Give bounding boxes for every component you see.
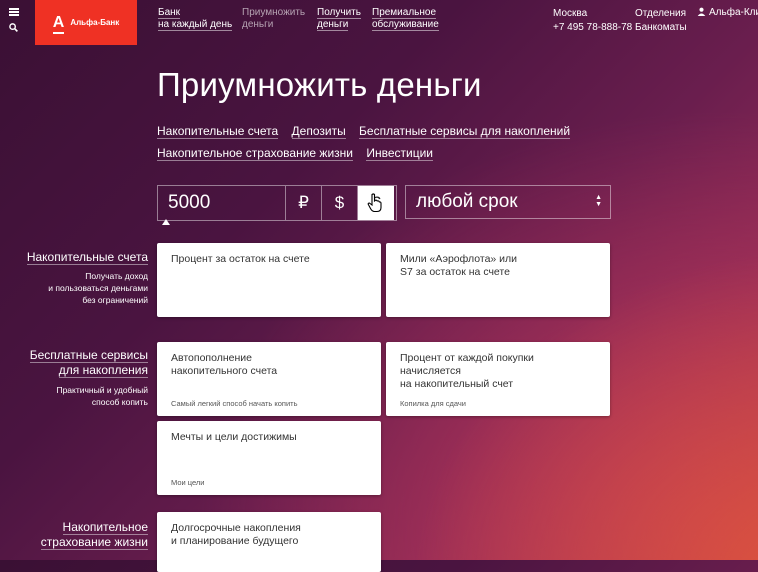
logo-name: Альфа-Банк xyxy=(70,18,120,27)
section-desc-savings-accounts: Получать доход и пользоваться деньгами б… xyxy=(48,271,148,305)
product-card-my-goals[interactable]: Мечты и цели достижимы Мои цели xyxy=(157,421,381,495)
product-card-long-term-savings[interactable]: Долгосрочные накопления и планирование б… xyxy=(157,512,381,572)
category-link-investments[interactable]: Инвестиции xyxy=(366,146,433,161)
alfa-click-link[interactable]: Альфа-Клик xyxy=(697,7,758,18)
search-icon[interactable] xyxy=(9,23,18,32)
nav-get-money[interactable]: Получить деньги xyxy=(317,7,361,31)
category-link-deposits[interactable]: Депозиты xyxy=(291,124,346,139)
alfa-bank-logo[interactable]: А Альфа-Банк xyxy=(35,0,137,45)
category-links: Накопительные счета Депозиты Бесплатные … xyxy=(157,120,580,164)
product-card-balance-interest[interactable]: Процент за остаток на счете xyxy=(157,243,381,317)
category-link-savings-accounts[interactable]: Накопительные счета xyxy=(157,124,279,139)
category-link-life-insurance[interactable]: Накопительное страхование жизни xyxy=(157,146,353,161)
contact-block: Москва +7 495 78-888-78 xyxy=(553,7,632,35)
section-desc-free-services: Практичный и удобный способ копить xyxy=(56,385,148,407)
page-title: Приумножить деньги xyxy=(157,66,482,103)
product-card-aeroflot-miles[interactable]: Мили «Аэрофлота» или S7 за остаток на сч… xyxy=(386,243,610,317)
currency-eur-button[interactable]: € xyxy=(358,186,394,220)
phone-number: +7 495 78-888-78 xyxy=(553,22,633,33)
category-link-free-services[interactable]: Бесплатные сервисы для накоплений xyxy=(359,124,571,139)
nav-grow-money[interactable]: Приумножить деньги xyxy=(242,7,305,31)
product-card-change-piggybank[interactable]: Процент от каждой покупки начисляется на… xyxy=(386,342,610,416)
amount-input[interactable]: 5000 xyxy=(158,186,286,225)
header-utility xyxy=(0,0,28,40)
section-title-savings-accounts[interactable]: Накопительные счета xyxy=(26,250,148,265)
menu-icon[interactable] xyxy=(9,8,19,16)
nav-bank-everyday[interactable]: Банк на каждый день xyxy=(158,7,233,31)
city-selector[interactable]: Москва xyxy=(553,7,632,21)
logo-mark: А xyxy=(52,13,65,34)
section-title-life-insurance[interactable]: Накопительное страхование жизни xyxy=(40,520,148,550)
select-arrows-icon: ▲ ▼ xyxy=(595,194,602,208)
offices-link[interactable]: Отделения xyxy=(635,7,687,21)
nav-premium[interactable]: Премиальное обслуживание xyxy=(372,7,439,31)
currency-usd-button[interactable]: $ xyxy=(322,186,358,220)
user-icon xyxy=(697,7,706,16)
amount-slider-handle[interactable] xyxy=(162,219,170,225)
section-title-free-services[interactable]: Бесплатные сервисы для накопления xyxy=(29,348,148,378)
offices-block: Отделения Банкоматы xyxy=(635,7,687,35)
term-select[interactable]: любой срок ▲ ▼ xyxy=(405,185,611,219)
amount-calculator: 5000 ₽ $ € xyxy=(157,185,397,225)
product-card-auto-topup[interactable]: Автопополнение накопительного счета Самы… xyxy=(157,342,381,416)
hand-cursor-icon xyxy=(367,193,382,213)
atms-link[interactable]: Банкоматы xyxy=(635,21,687,35)
currency-rub-button[interactable]: ₽ xyxy=(286,186,322,220)
